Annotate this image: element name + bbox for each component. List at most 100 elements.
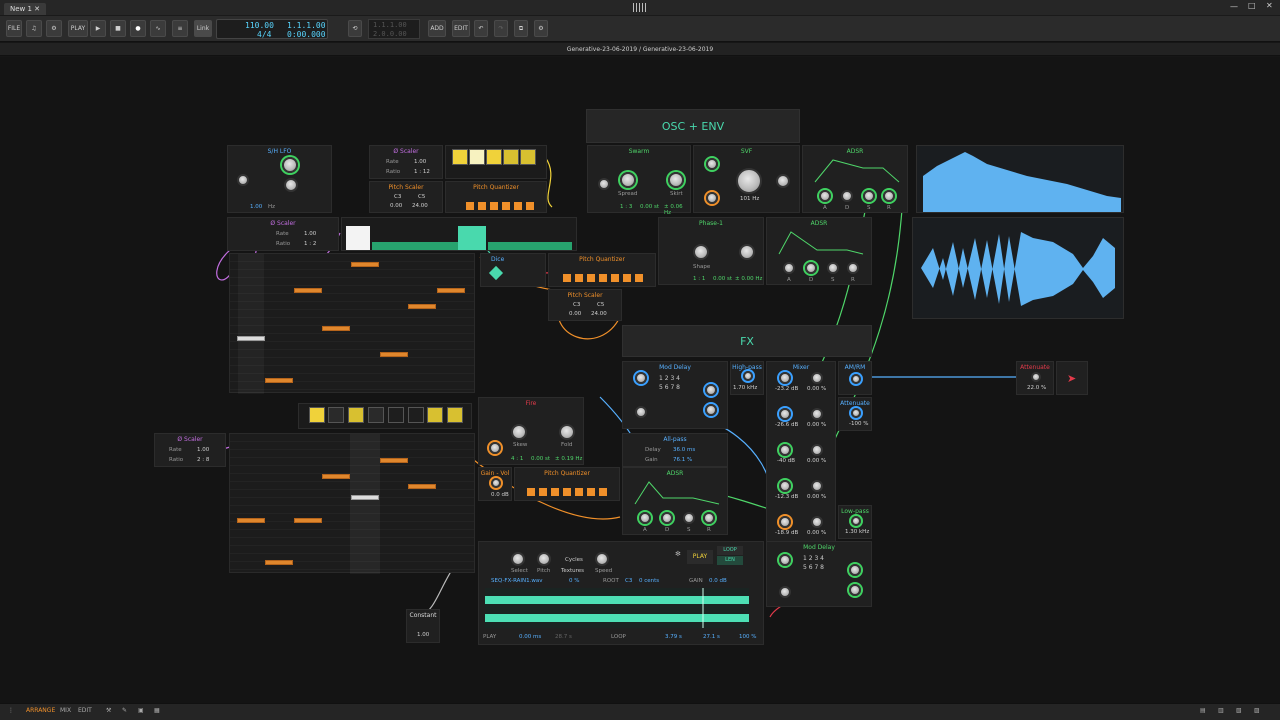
note[interactable] — [294, 288, 322, 293]
am-rm-device[interactable]: AM/RM — [838, 361, 872, 395]
mixer-ch5-knob[interactable] — [779, 516, 791, 528]
step-bars[interactable] — [372, 242, 462, 250]
mixer-ch2-pan[interactable] — [811, 408, 823, 420]
loop-range-display[interactable]: 1.1.1.00 2.0.0.00 — [368, 19, 420, 39]
constant-device[interactable]: Constant 1.00 — [406, 609, 440, 643]
note-selected[interactable] — [237, 336, 265, 341]
pitch-scaler-1-v1[interactable]: 0.00 — [390, 203, 402, 209]
mixer-ch5-pan[interactable] — [811, 516, 823, 528]
freeze-icon[interactable]: ✻ — [675, 550, 681, 558]
piano-roll-1[interactable] — [229, 253, 475, 394]
sample-pct-2[interactable]: 100 % — [739, 634, 756, 640]
step-sequencer-1[interactable] — [445, 145, 547, 179]
mixer-device[interactable]: Mixer -23.2 dB 0.00 % -26.6 dB 0.00 % -4… — [766, 361, 836, 557]
mixer-ch1-knob[interactable] — [779, 372, 791, 384]
link-button[interactable]: Link — [194, 20, 212, 37]
mixer-v9[interactable]: -18.9 dB — [775, 530, 798, 536]
tools-icon[interactable]: ⚒ — [106, 707, 111, 714]
mod-delay-2-grid[interactable]: 1 2 3 45 6 7 8 — [803, 554, 839, 590]
oscilloscope[interactable] — [912, 217, 1124, 319]
step-cell[interactable] — [447, 407, 463, 423]
spectrum-analyzer[interactable] — [916, 145, 1124, 213]
file-button[interactable]: FILE — [6, 20, 22, 37]
fire-ratio[interactable]: 4 : 1 — [511, 456, 523, 462]
gain-value[interactable]: 0.0 dB — [709, 578, 727, 584]
mixer-v3[interactable]: -26.6 dB — [775, 422, 798, 428]
loop-start-value[interactable]: 3.79 s — [665, 634, 682, 640]
sh-lfo-device[interactable]: S/H LFO 1.00 Hz — [227, 145, 332, 213]
attenuate-1-knob[interactable] — [851, 408, 861, 418]
mixer-icon[interactable]: ▨ — [1254, 707, 1260, 714]
step-bars-2[interactable] — [488, 242, 572, 250]
note[interactable] — [265, 378, 293, 383]
headphones-icon[interactable]: ♫ — [26, 20, 42, 37]
adsr-2-a-knob[interactable] — [783, 262, 795, 274]
adsr-2-d-knob[interactable] — [805, 262, 817, 274]
fire-device[interactable]: Fire Skew Fold 4 : 1 0.00 st ± 0.19 Hz — [478, 397, 584, 465]
adsr-1-a-knob[interactable] — [819, 190, 831, 202]
note[interactable] — [237, 518, 265, 523]
root-value[interactable]: C3 — [625, 578, 632, 584]
adsr-1-r-knob[interactable] — [883, 190, 895, 202]
panel-toggle-icon[interactable]: ⋮ — [8, 707, 14, 714]
record-icon[interactable]: ● — [130, 20, 146, 37]
fire-mod-knob[interactable] — [489, 442, 501, 454]
cycles-label[interactable]: Cycles — [565, 557, 583, 563]
mod-delay-device[interactable]: Mod Delay 1 2 3 45 6 7 8 — [622, 361, 728, 429]
mixer-ch3-knob[interactable] — [779, 444, 791, 456]
tempo-display[interactable]: 110.00 4/4 1.1.1.00 0:00.000 — [216, 19, 328, 39]
mixer-ch2-knob[interactable] — [779, 408, 791, 420]
mixer-v4[interactable]: 0.00 % — [807, 422, 826, 428]
select-knob[interactable] — [511, 552, 525, 566]
mixer-v8[interactable]: 0.00 % — [807, 494, 826, 500]
scaler-2-rate[interactable]: 1.00 — [304, 231, 316, 237]
phase-1-st[interactable]: 0.00 st — [713, 276, 732, 282]
low-pass-device[interactable]: Low-pass 1.30 kHz — [838, 505, 872, 539]
note[interactable] — [408, 304, 436, 309]
dice-icon[interactable] — [488, 265, 504, 281]
step-cell[interactable] — [348, 407, 364, 423]
scaler-1-ratio[interactable]: 1 : 12 — [414, 169, 430, 175]
mixer-ch4-pan[interactable] — [811, 480, 823, 492]
adsr-3-a-knob[interactable] — [639, 512, 651, 524]
step-cell[interactable] — [368, 407, 384, 423]
step-cell[interactable] — [408, 407, 424, 423]
phase-1-ratio[interactable]: 1 : 1 — [693, 276, 705, 282]
step-cell-active[interactable] — [346, 226, 370, 250]
scaler-3-device[interactable]: Ø Scaler Rate 1.00 Ratio 2 : 8 — [154, 433, 226, 467]
loop-icon[interactable]: ⟲ — [348, 20, 362, 37]
pitch-scaler-2-v2[interactable]: 24.00 — [591, 311, 607, 317]
mixer-v2[interactable]: 0.00 % — [807, 386, 826, 392]
adsr-1-device[interactable]: ADSR A D S R — [802, 145, 908, 213]
sh-lfo-knob-1[interactable] — [282, 157, 298, 173]
mod-delay-knob-4[interactable] — [705, 404, 717, 416]
swarm-hz[interactable]: ± 0.06 Hz — [664, 204, 690, 216]
gear-icon[interactable]: ⚙ — [534, 20, 548, 37]
layout-icon[interactable]: ▧ — [1236, 707, 1242, 714]
pitch-quantizer-3-keys[interactable] — [527, 488, 611, 496]
step-cell[interactable] — [486, 149, 502, 165]
swarm-ratio[interactable]: 1 : 3 — [620, 204, 632, 210]
play-mode-button[interactable]: PLAY — [68, 20, 88, 37]
arrange-tab[interactable]: ARRANGE — [26, 707, 55, 714]
mixer-ch4-knob[interactable] — [779, 480, 791, 492]
step-cell[interactable] — [503, 149, 519, 165]
edit-button[interactable]: EDIT — [452, 20, 470, 37]
phase-1-device[interactable]: Phase-1 Shape 1 : 1 0.00 st ± 0.00 Hz — [658, 217, 764, 285]
mod-delay-knob-3[interactable] — [705, 384, 717, 396]
scaler-1-device[interactable]: Ø Scaler Rate 1.00 Ratio 1 : 12 — [369, 145, 443, 179]
pitch-quantizer-1-keys[interactable] — [466, 202, 538, 210]
mixer-v5[interactable]: -40 dB — [777, 458, 795, 464]
sampler-device[interactable]: Select Pitch Cycles Textures Speed ✻ PLA… — [478, 541, 764, 645]
mixer-v7[interactable]: -12.3 dB — [775, 494, 798, 500]
note[interactable] — [265, 560, 293, 565]
mod-delay-knob-2[interactable] — [635, 406, 647, 418]
sh-lfo-knob-2[interactable] — [284, 178, 298, 192]
step-cell-peak[interactable] — [458, 226, 486, 250]
pitch-scaler-2-v1[interactable]: 0.00 — [569, 311, 581, 317]
speed-knob[interactable] — [595, 552, 609, 566]
step-cell[interactable] — [452, 149, 468, 165]
note[interactable] — [437, 288, 465, 293]
pitch-scaler-1-device[interactable]: Pitch Scaler C3 C5 0.00 24.00 — [369, 181, 443, 213]
sample-start[interactable]: 0.00 ms — [519, 634, 541, 640]
